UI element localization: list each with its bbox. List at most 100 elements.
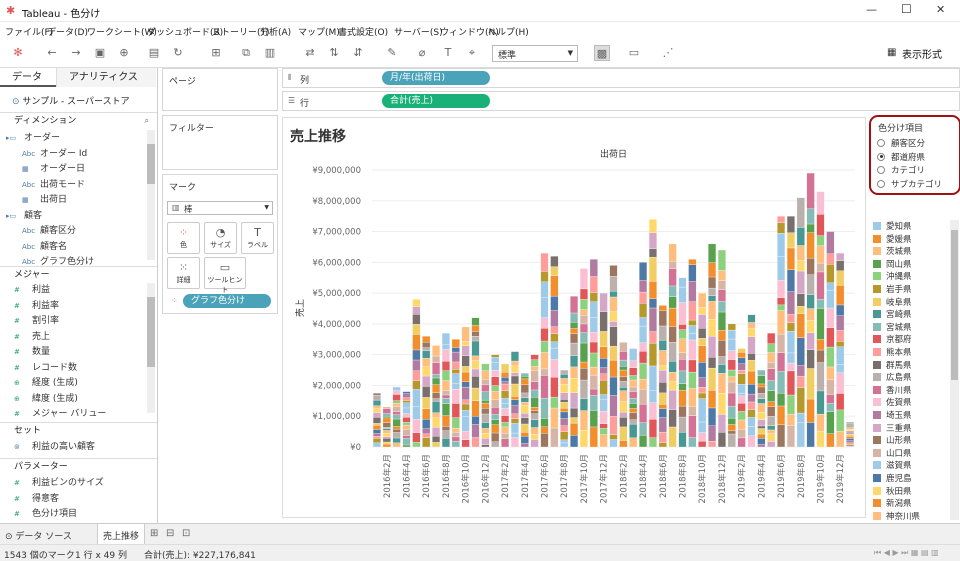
pause-updates-icon[interactable]: ▤: [146, 45, 162, 61]
close-button[interactable]: ✕: [936, 3, 945, 16]
save-icon[interactable]: ▣: [92, 45, 108, 61]
legend-item[interactable]: 愛知県: [873, 221, 912, 234]
bar[interactable]: [609, 265, 618, 448]
new-datasource-icon[interactable]: ⊕: [116, 45, 132, 61]
scroll-thumb[interactable]: [147, 144, 155, 184]
bar[interactable]: [560, 369, 569, 448]
dimension-field[interactable]: ▦ 出荷日: [22, 193, 67, 207]
set-field[interactable]: ⊚ 利益の高い顧客: [14, 440, 95, 454]
measure-field[interactable]: # 利益: [14, 283, 50, 297]
tab-analytics[interactable]: アナリティクス: [56, 68, 156, 87]
bar[interactable]: [461, 326, 470, 448]
bar[interactable]: [550, 256, 559, 448]
bar[interactable]: [540, 252, 549, 448]
parameter-field[interactable]: # 得意客: [14, 492, 59, 506]
legend-item[interactable]: 鹿児島: [873, 473, 912, 486]
marks-tooltip-button[interactable]: ▭ ツールヒント: [204, 257, 246, 294]
bar[interactable]: [432, 345, 441, 448]
bar[interactable]: [767, 332, 776, 448]
bar-chart[interactable]: 出荷日売上 ¥9,000,000 ¥8,000,000 ¥7,000,000 ¥6,00…: [283, 118, 867, 519]
datasource-tab[interactable]: ⊙ データ ソース: [5, 529, 72, 542]
dimension-field[interactable]: Abc 出荷モード: [22, 178, 85, 192]
parameter-field[interactable]: # 色分け項目: [14, 507, 77, 521]
duplicate-icon[interactable]: ⧉: [238, 45, 254, 61]
legend-item[interactable]: 神奈川県: [873, 511, 920, 524]
bar[interactable]: [520, 372, 529, 448]
legend-item[interactable]: 岐阜県: [873, 297, 912, 310]
bar[interactable]: [698, 292, 707, 448]
bar[interactable]: [816, 191, 825, 448]
bar[interactable]: [451, 339, 460, 448]
bar[interactable]: [757, 369, 766, 448]
show-me-icon[interactable]: ▦: [887, 47, 896, 58]
new-sheet-icon[interactable]: ⊞: [208, 45, 224, 61]
columns-pill[interactable]: 月/年(出荷日): [382, 71, 490, 85]
bar[interactable]: [826, 231, 835, 448]
legend-item[interactable]: 愛媛県: [873, 234, 912, 247]
datasource-item[interactable]: ⊙ サンプル - スーパーストア: [12, 94, 130, 107]
sheet-nav-icons[interactable]: ⏮ ◀ ▶ ⏭ ▦ ▤ ▥: [874, 548, 939, 558]
bar[interactable]: [717, 249, 726, 448]
legend-item[interactable]: 滋賀県: [873, 460, 912, 473]
legend-item[interactable]: 茨城県: [873, 246, 912, 259]
bar[interactable]: [747, 314, 756, 448]
highlight-icon[interactable]: ✎: [384, 45, 400, 61]
measure-field[interactable]: # メジャー バリュー: [14, 407, 106, 421]
columns-shelf[interactable]: ⦀ 列 月/年(出荷日): [282, 68, 960, 88]
legend-item[interactable]: 埼玉県: [873, 410, 912, 423]
bar[interactable]: [737, 348, 746, 448]
refresh-icon[interactable]: ↻: [170, 45, 186, 61]
menu-help[interactable]: ヘルプ(H): [488, 25, 529, 38]
menu-file[interactable]: ファイル(F): [5, 25, 53, 38]
bar[interactable]: [501, 363, 510, 448]
bar[interactable]: [648, 219, 657, 448]
legend-item[interactable]: 京都府: [873, 334, 912, 347]
legend-item[interactable]: 宮崎県: [873, 309, 912, 322]
legend-item[interactable]: 山形県: [873, 435, 912, 448]
measures-scrollbar[interactable]: [147, 283, 155, 413]
bar[interactable]: [471, 317, 480, 448]
marks-color-button[interactable]: ⁘ 色: [167, 222, 200, 254]
dimension-field[interactable]: ▦ オーダー日: [22, 162, 85, 176]
legend-item[interactable]: 宮城県: [873, 322, 912, 335]
bar[interactable]: [570, 296, 579, 448]
parameter-field[interactable]: # 利益ビンのサイズ: [14, 476, 104, 490]
pin-icon[interactable]: ⌖: [464, 45, 480, 61]
maximize-button[interactable]: ☐: [901, 2, 912, 16]
labels-icon[interactable]: T: [440, 45, 456, 61]
bar[interactable]: [491, 354, 500, 448]
bar[interactable]: [629, 348, 638, 448]
legend-item[interactable]: 岡山県: [873, 259, 912, 272]
legend-item[interactable]: 秋田県: [873, 486, 912, 499]
bar[interactable]: [678, 277, 687, 448]
search-icon[interactable]: ⌕: [145, 113, 149, 129]
bar[interactable]: [412, 299, 421, 448]
bar[interactable]: [806, 172, 815, 448]
redo-icon[interactable]: →: [68, 45, 84, 61]
bar[interactable]: [392, 386, 401, 448]
legend-item[interactable]: 山口県: [873, 448, 912, 461]
menu-map[interactable]: マップ(M): [298, 25, 340, 38]
bar[interactable]: [422, 336, 431, 448]
show-cards-icon[interactable]: ▩: [594, 45, 610, 61]
bar[interactable]: [619, 342, 628, 448]
tableau-logo-icon[interactable]: ✻: [10, 45, 26, 61]
sheet-tab-active[interactable]: 売上推移: [97, 524, 145, 545]
marks-size-button[interactable]: ◔ サイズ: [204, 222, 237, 254]
rows-shelf[interactable]: ☰ 行 合計(売上): [282, 91, 960, 111]
filters-card[interactable]: フィルター: [162, 115, 278, 170]
group-icon[interactable]: ⌀: [414, 45, 430, 61]
mark-type-select[interactable]: ▥ 棒 ▼: [167, 201, 273, 215]
bar[interactable]: [708, 243, 717, 448]
bar[interactable]: [402, 391, 411, 448]
menu-server[interactable]: サーバー(S): [394, 25, 443, 38]
sort-desc-icon[interactable]: ⇵: [350, 45, 366, 61]
legend-item[interactable]: 沖縄県: [873, 271, 912, 284]
bar[interactable]: [372, 392, 381, 448]
measure-field[interactable]: # 利益率: [14, 299, 59, 313]
parameter-option[interactable]: 顧客区分: [877, 137, 925, 149]
tab-data[interactable]: データ: [0, 68, 56, 87]
menu-data[interactable]: データ(D): [47, 25, 88, 38]
scroll-thumb[interactable]: [147, 297, 155, 367]
legend-item[interactable]: 群馬県: [873, 360, 912, 373]
